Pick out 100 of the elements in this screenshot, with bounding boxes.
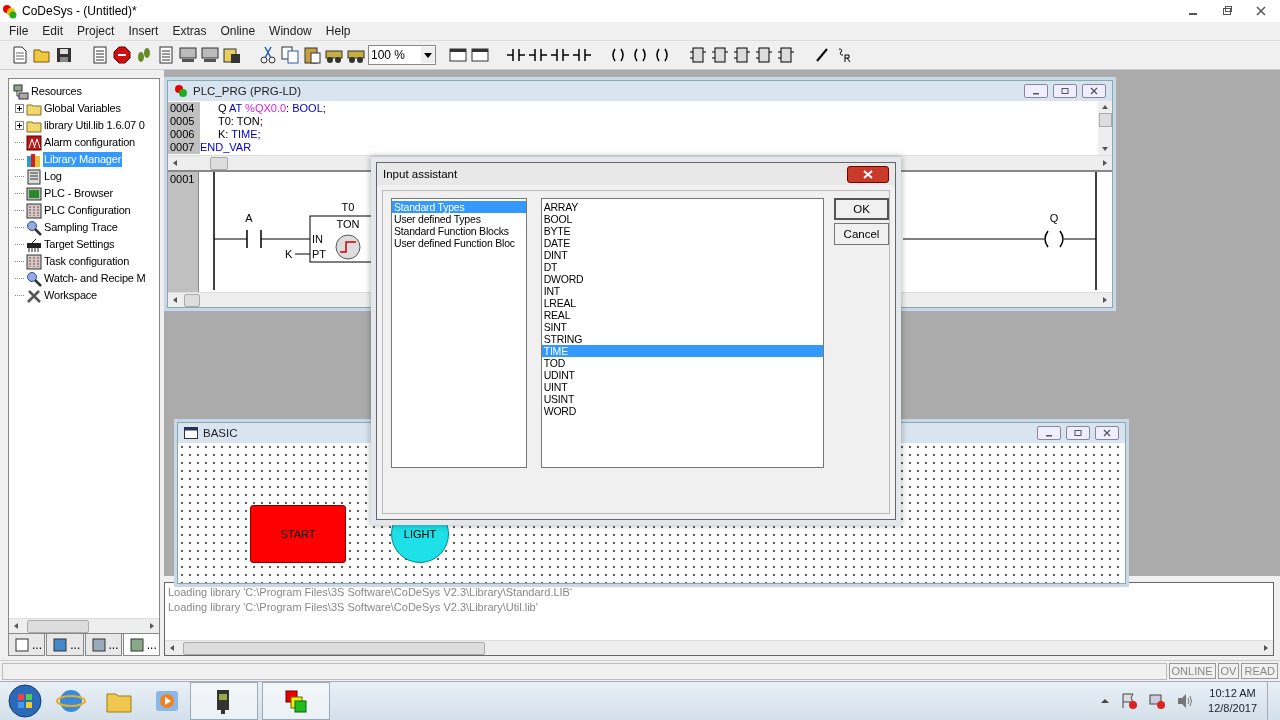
tree-item[interactable]: Global Variables xyxy=(43,101,122,116)
save-icon[interactable] xyxy=(55,46,73,64)
tree-item[interactable]: PLC - Browser xyxy=(43,186,114,201)
tree-item[interactable]: Alarm configuration xyxy=(43,135,136,150)
left-arrow-icon[interactable] xyxy=(172,159,178,167)
coil-icon[interactable] xyxy=(653,46,671,64)
list-item[interactable]: DWORD xyxy=(541,273,823,285)
list-item[interactable]: User defined Function Bloc xyxy=(392,237,526,249)
monitor-icon[interactable] xyxy=(179,46,197,64)
right-arrow-icon[interactable] xyxy=(149,622,155,630)
new-file-icon[interactable] xyxy=(11,46,29,64)
build-icon[interactable] xyxy=(223,46,241,64)
list-item[interactable]: REAL xyxy=(541,309,823,321)
contact-icon[interactable] xyxy=(529,46,547,64)
menu-item[interactable]: Edit xyxy=(35,24,71,38)
list-item[interactable]: UINT xyxy=(541,381,823,393)
copy-icon[interactable] xyxy=(281,46,299,64)
up-arrow-icon[interactable] xyxy=(1101,104,1109,110)
horizontal-scrollbar[interactable] xyxy=(9,618,159,633)
restore-icon[interactable] xyxy=(1222,6,1232,16)
start-button[interactable]: START xyxy=(250,505,346,563)
tree-item[interactable]: Sampling Trace xyxy=(43,220,119,235)
close-button[interactable] xyxy=(1082,84,1106,98)
scroll-thumb[interactable] xyxy=(210,156,228,170)
contact-icon[interactable] xyxy=(551,46,569,64)
block-icon[interactable] xyxy=(733,46,751,64)
left-arrow-icon[interactable] xyxy=(13,622,19,630)
list-item[interactable]: STRING xyxy=(541,333,823,345)
contact-icon[interactable] xyxy=(573,46,591,64)
menu-item[interactable]: Project xyxy=(70,24,122,38)
list-item[interactable]: DATE xyxy=(541,237,823,249)
paste-icon[interactable] xyxy=(303,46,321,64)
tree-item[interactable]: Task configuration xyxy=(43,254,131,269)
list-item[interactable]: TOD xyxy=(541,357,823,369)
panel-tab[interactable]: ... xyxy=(122,634,160,656)
window-icon[interactable] xyxy=(471,46,489,64)
menu-item[interactable]: Online xyxy=(213,24,263,38)
tree-item[interactable]: Watch- and Recipe M xyxy=(43,271,147,286)
coil-icon[interactable] xyxy=(609,46,627,64)
menu-item[interactable]: Insert xyxy=(121,24,166,38)
list-item[interactable]: SINT xyxy=(541,321,823,333)
list-item[interactable]: DT xyxy=(541,261,823,273)
tree-item[interactable]: Log xyxy=(43,169,63,184)
menu-item[interactable]: File xyxy=(2,24,36,38)
coil-icon[interactable] xyxy=(631,46,649,64)
left-arrow-icon[interactable] xyxy=(169,644,175,652)
scroll-thumb[interactable] xyxy=(183,641,485,655)
ok-button[interactable]: OK xyxy=(834,198,889,220)
list-item[interactable]: DINT xyxy=(541,249,823,261)
list-item[interactable]: User defined Types xyxy=(392,213,526,225)
list-item[interactable]: ARRAY xyxy=(541,201,823,213)
down-arrow-icon[interactable] xyxy=(1101,146,1109,152)
list-icon[interactable] xyxy=(157,46,175,64)
menu-item[interactable]: Help xyxy=(318,24,358,38)
window-icon[interactable] xyxy=(449,46,467,64)
scroll-thumb[interactable] xyxy=(1098,113,1112,127)
clock[interactable]: 10:12 AM 12/8/2017 xyxy=(1208,686,1257,716)
zoom-combo[interactable]: 100 % xyxy=(368,45,436,65)
block-icon[interactable] xyxy=(755,46,773,64)
close-icon[interactable] xyxy=(1256,6,1266,16)
expand-icon[interactable] xyxy=(15,104,24,113)
show-hidden-icon[interactable] xyxy=(1100,696,1111,706)
list-item[interactable]: LREAL xyxy=(541,297,823,309)
block-icon[interactable] xyxy=(777,46,795,64)
tree-item[interactable]: library Util.lib 1.6.07 0 xyxy=(43,118,146,133)
flag-icon[interactable] xyxy=(1120,692,1139,710)
list-item[interactable]: WORD xyxy=(541,405,823,417)
close-icon[interactable] xyxy=(1103,429,1111,437)
list-item[interactable]: USINT xyxy=(541,393,823,405)
right-arrow-icon[interactable] xyxy=(1102,296,1108,304)
block-icon[interactable] xyxy=(711,46,729,64)
speaker-icon[interactable] xyxy=(1176,692,1195,710)
dropdown-caret-icon[interactable] xyxy=(424,52,432,58)
list-item[interactable]: UDINT xyxy=(541,369,823,381)
tree-item[interactable]: Target Settings xyxy=(43,237,116,252)
contact-symbol[interactable] xyxy=(246,229,262,249)
panel-tab[interactable]: ... xyxy=(8,634,46,656)
right-arrow-icon[interactable] xyxy=(1102,159,1108,167)
close-button[interactable] xyxy=(847,165,889,183)
monitor-icon[interactable] xyxy=(201,46,219,64)
block-icon[interactable] xyxy=(689,46,707,64)
list-item[interactable]: BOOL xyxy=(541,213,823,225)
close-button[interactable] xyxy=(1095,426,1119,440)
restore-button[interactable] xyxy=(1066,426,1090,440)
restore-icon[interactable] xyxy=(1061,87,1069,95)
panel-tab[interactable]: ... xyxy=(84,634,122,656)
minimize-button[interactable] xyxy=(1024,84,1048,98)
right-arrow-icon[interactable] xyxy=(1263,644,1269,652)
list-item[interactable]: INT xyxy=(541,285,823,297)
panel-tab[interactable]: ... xyxy=(46,634,84,656)
cut-icon[interactable] xyxy=(259,46,277,64)
close-icon[interactable] xyxy=(1090,87,1098,95)
minimize-button[interactable] xyxy=(1037,426,1061,440)
vertical-scrollbar[interactable] xyxy=(1098,101,1112,155)
taskbar-app[interactable] xyxy=(190,682,258,720)
contact-icon[interactable] xyxy=(507,46,525,64)
restore-icon[interactable] xyxy=(1074,429,1082,437)
cancel-button[interactable]: Cancel xyxy=(834,223,889,245)
list-item[interactable]: BYTE xyxy=(541,225,823,237)
list-item[interactable]: Standard Function Blocks xyxy=(392,225,526,237)
